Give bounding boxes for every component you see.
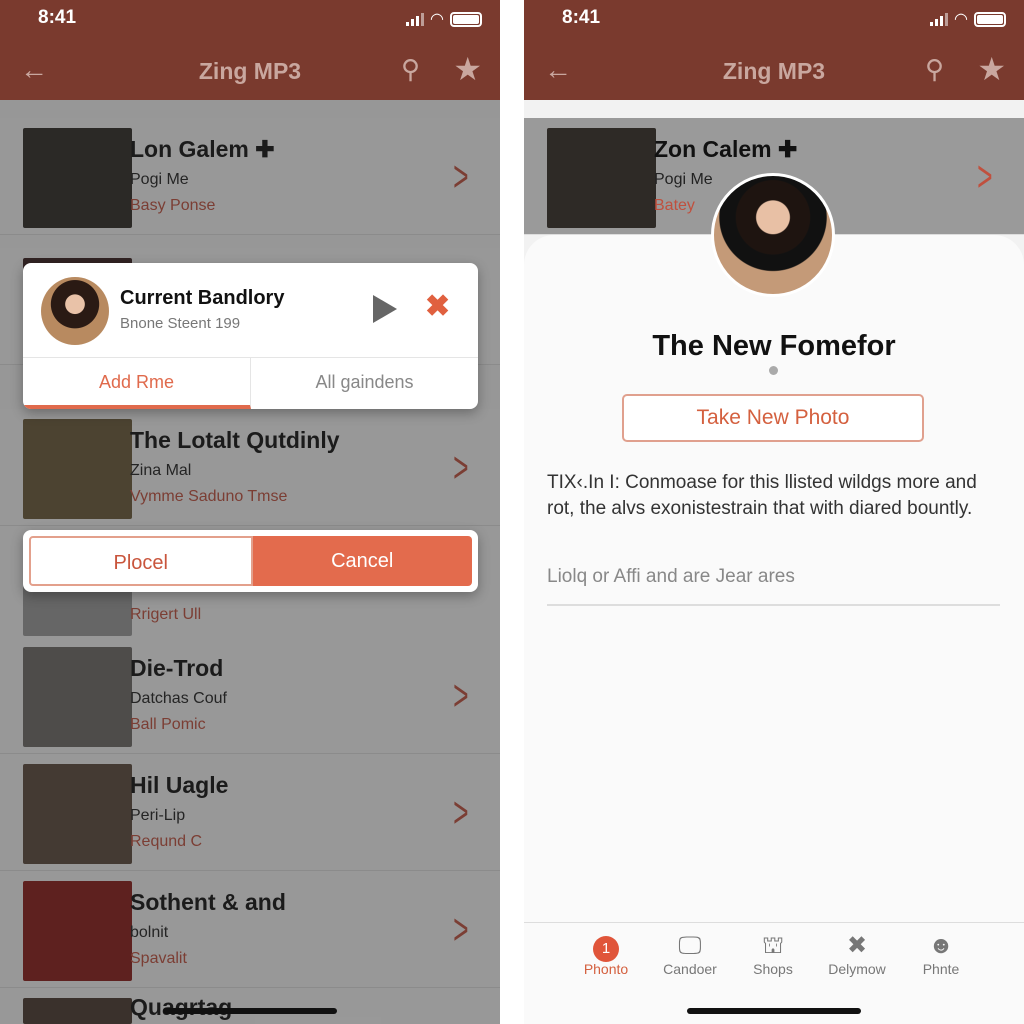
song-title: Zon Calem ✚ [654, 136, 798, 162]
star-icon[interactable]: ★ [977, 50, 1006, 88]
battery-icon [450, 11, 482, 27]
app-title: Zing MP3 [722, 58, 826, 84]
search-icon[interactable]: ⚲ [401, 54, 420, 85]
avatar [41, 277, 109, 345]
action-buttons: Plocel Cancel [23, 530, 478, 592]
tab-label: Candoer [663, 961, 717, 977]
nav-bar: ← Zing MP3 ⚲ ★ [524, 40, 1024, 100]
badge-icon: 1 [593, 936, 619, 962]
popup-subtitle: Bnone Steent 199 [120, 315, 241, 332]
home-indicator [163, 1008, 337, 1014]
clock: 8:41 [38, 7, 77, 28]
description-text: TIX‹.In I: Conmoase for this llisted wil… [547, 472, 977, 519]
now-playing-popup: Current Bandlory Bnone Steent 199 ✖ Add … [23, 263, 478, 409]
clock: 8:41 [562, 7, 601, 28]
status-bar: 8:41 ◠ [524, 0, 1024, 40]
right-screen: Zon Calem ✚ Pogi Me Batey > 8:41 ◠ ← Zing MP3… [524, 0, 1024, 1024]
sheet-title: The New Fomefor [652, 330, 896, 362]
tab-add[interactable]: Add Rme [23, 358, 251, 409]
tab-phonto[interactable]: 1 Phonto [566, 931, 646, 977]
bow-icon: ✖ [846, 932, 868, 959]
page-dot [769, 366, 778, 375]
tab-shops[interactable]: ⛫ Shops [733, 931, 813, 977]
signal-icon [406, 12, 425, 26]
tab-delymow[interactable]: ✖ Delymow [817, 931, 897, 977]
wifi-icon: ◠ [954, 11, 968, 28]
left-screen: Lon Galem ✚ Pogi Me Basy Ponse > The Lotalt… [0, 0, 500, 1024]
star-icon[interactable]: ★ [453, 50, 482, 88]
tab-label: Delymow [828, 961, 886, 977]
profile-avatar[interactable] [711, 173, 835, 297]
smiley-icon: ☻ [928, 932, 954, 959]
tab-label: Shops [753, 961, 793, 977]
nav-bar: ← Zing MP3 ⚲ ★ [0, 40, 500, 100]
tab-label: Phnte [922, 961, 960, 977]
wifi-icon: ◠ [430, 11, 444, 28]
app-title: Zing MP3 [198, 58, 302, 84]
cancel-button[interactable]: Cancel [252, 536, 472, 586]
popup-title: Current Bandlory [120, 287, 285, 309]
home-indicator [687, 1008, 861, 1014]
bag-icon: ⛫ [761, 932, 785, 959]
take-new-photo-button[interactable]: Take New Photo [622, 394, 924, 442]
search-icon[interactable]: ⚲ [925, 54, 944, 85]
tab-label: Phonto [583, 961, 629, 977]
status-bar: 8:41 ◠ [0, 0, 500, 40]
tab-phnte[interactable]: ☻ Phnte [901, 931, 981, 977]
tab-all[interactable]: All gaindens [251, 358, 478, 409]
tab-candoer[interactable]: 🖵 Candoer [650, 931, 730, 977]
signal-icon [930, 12, 949, 26]
text-field[interactable]: Liolq or Affi and are Jear ares [547, 566, 1000, 606]
close-icon[interactable]: ✖ [425, 289, 450, 324]
monitor-icon: 🖵 [678, 932, 702, 959]
battery-icon [974, 11, 1006, 27]
chevron-right-icon[interactable]: > [977, 152, 992, 202]
album-cover [547, 128, 656, 228]
play-icon[interactable] [373, 295, 397, 323]
plocel-button[interactable]: Plocel [29, 536, 253, 586]
